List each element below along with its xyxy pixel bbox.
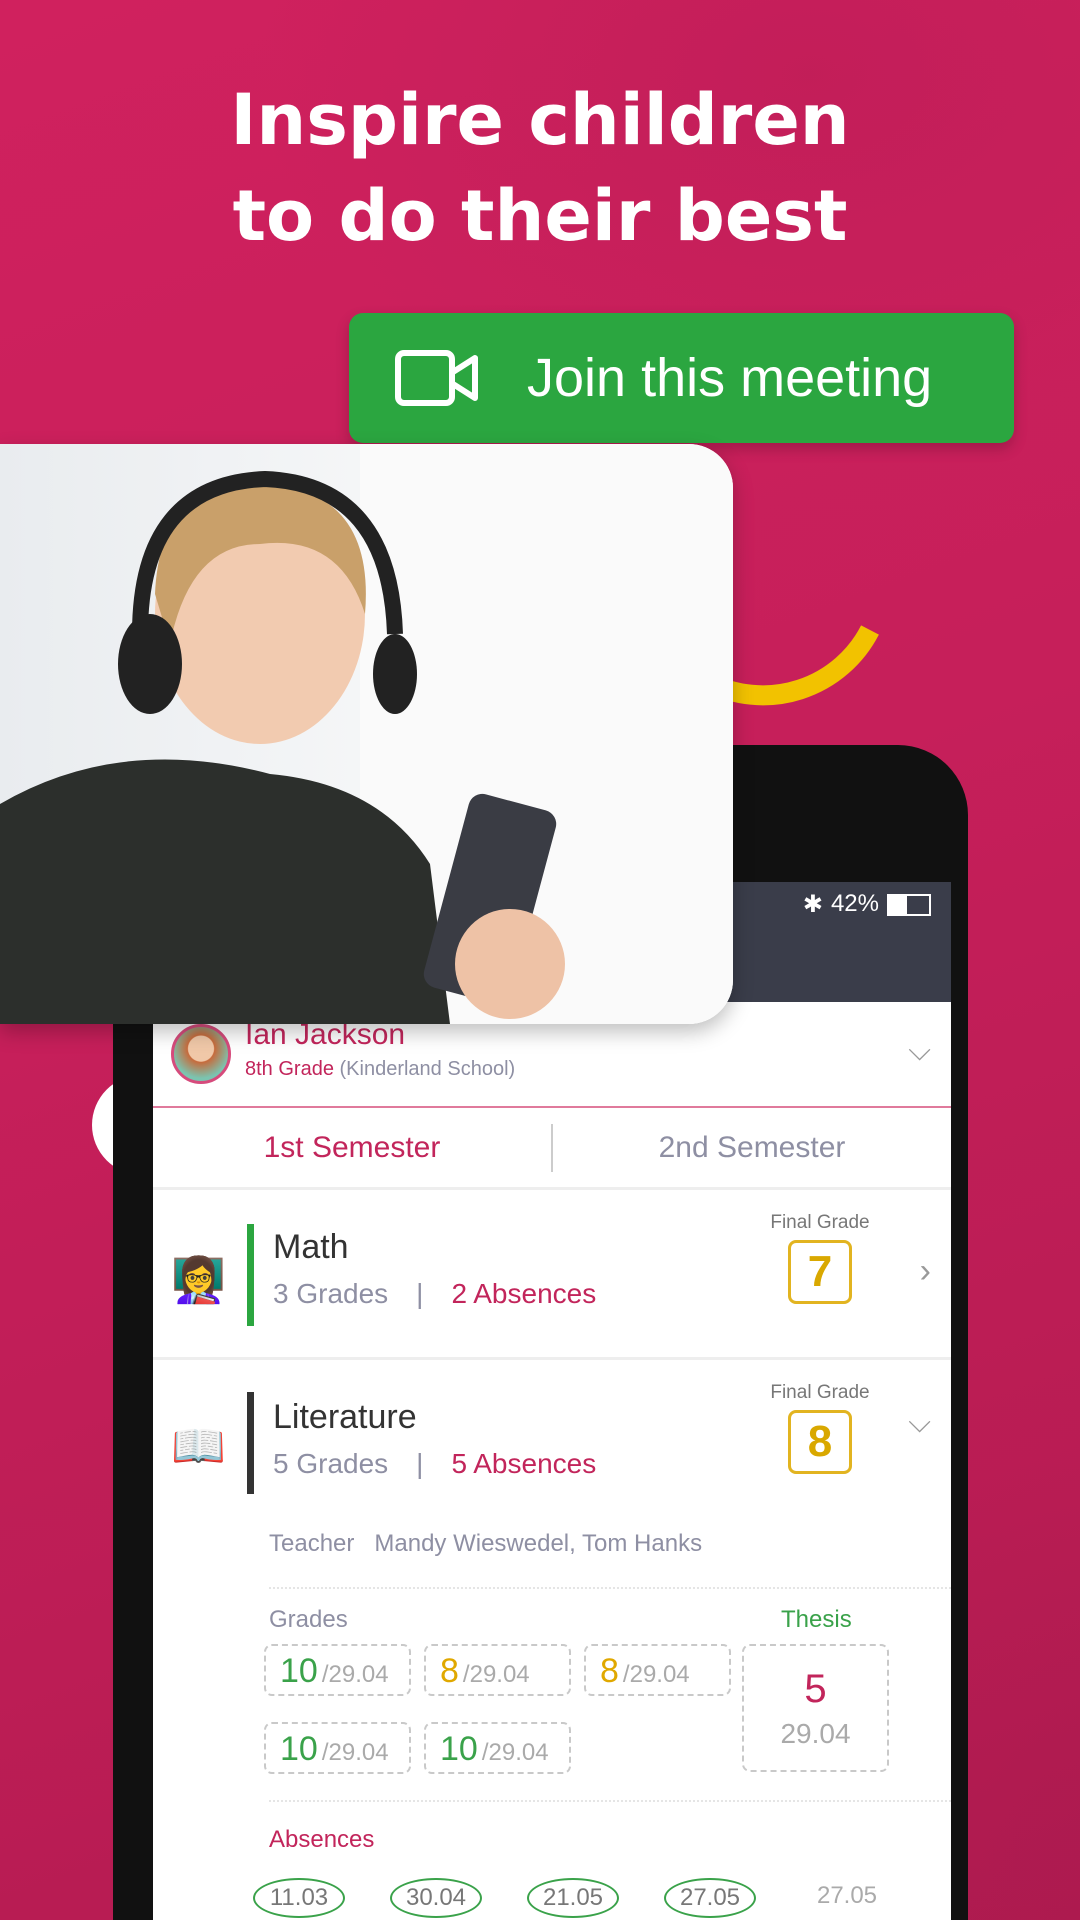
divider: [269, 1800, 951, 1802]
student-grade: 8th Grade: [245, 1058, 334, 1080]
absences-label: Absences: [269, 1826, 375, 1853]
chevron-down-icon: ⌵: [908, 1034, 931, 1067]
final-grade-value: 8: [788, 1410, 852, 1474]
child-photo: [0, 444, 733, 1024]
subject-accent-bar: [247, 1392, 254, 1494]
absence-date: 21.05: [527, 1878, 619, 1918]
profile-selector[interactable]: Ian Jackson 8th Grade (Kinderland School…: [153, 1018, 951, 1108]
phone-screen: ✱ 42% Ian Jackson 8th Grade (Kinderland …: [153, 882, 951, 1920]
teacher-label: Teacher: [269, 1530, 355, 1557]
grade-value: 10: [280, 1730, 318, 1768]
thesis-grade: 5: [804, 1666, 827, 1711]
teacher-names: Mandy Wieswedel, Tom Hanks: [374, 1530, 703, 1557]
grade-count: 3 Grades: [273, 1278, 389, 1309]
grade-date: /29.04: [462, 1661, 530, 1688]
absence-count: 5 Absences: [451, 1448, 597, 1479]
join-meeting-label: Join this meeting: [527, 348, 933, 408]
absence-date: 27.05: [664, 1878, 756, 1918]
grade-chip: 10/29.04: [424, 1722, 571, 1774]
grade-date: /29.04: [481, 1739, 549, 1766]
subject-row-literature[interactable]: 📖 Literature 5 Grades | 5 Absences Final G…: [153, 1360, 951, 1530]
grade-value: 8: [600, 1652, 619, 1690]
grades-label: Grades: [269, 1606, 348, 1633]
battery-percent: 42%: [830, 890, 879, 917]
teacher-icon: 👩‍🏫: [171, 1256, 226, 1305]
absence-count: 2 Absences: [451, 1278, 597, 1309]
grade-value: 8: [440, 1652, 459, 1690]
reading-student-icon: 📖: [171, 1422, 226, 1471]
absence-date: 27.05: [816, 1882, 878, 1909]
student-school: (Kinderland School): [339, 1058, 516, 1080]
chevron-down-icon: ⌵: [908, 1406, 931, 1439]
thesis-box: 5 29.04: [742, 1644, 889, 1772]
final-grade-value: 7: [788, 1240, 852, 1304]
thesis-label: Thesis: [781, 1606, 852, 1633]
final-grade-label: Final Grade: [770, 1212, 870, 1233]
battery-icon: [887, 894, 931, 916]
subject-name: Literature: [273, 1398, 417, 1436]
grade-date: /29.04: [321, 1739, 389, 1766]
semester-tabs: 1st Semester 2nd Semester: [153, 1108, 951, 1190]
grade-chip: 8/29.04: [424, 1644, 571, 1696]
grade-chip: 10/29.04: [264, 1722, 411, 1774]
thesis-date: 29.04: [780, 1717, 851, 1749]
avatar: [171, 1024, 231, 1084]
subject-name: Math: [273, 1228, 349, 1266]
subject-row-math[interactable]: 👩‍🏫 Math 3 Grades | 2 Absences Final Grade…: [153, 1190, 951, 1360]
join-meeting-button[interactable]: Join this meeting: [349, 313, 1014, 443]
grade-chip: 10/29.04: [264, 1644, 411, 1696]
headline-line-2: to do their best: [232, 175, 848, 257]
grade-value: 10: [280, 1652, 318, 1690]
tab-1st-semester[interactable]: 1st Semester: [153, 1131, 551, 1165]
grade-chip: 8/29.04: [584, 1644, 731, 1696]
video-camera-icon: [395, 350, 478, 406]
subject-accent-bar: [247, 1224, 254, 1326]
teacher-line: Teacher Mandy Wieswedel, Tom Hanks: [269, 1530, 702, 1558]
chevron-right-icon: ›: [919, 1252, 931, 1290]
headline-line-1: Inspire children: [230, 79, 850, 161]
grade-value: 10: [440, 1730, 478, 1768]
grade-date: /29.04: [622, 1661, 690, 1688]
tab-2nd-semester[interactable]: 2nd Semester: [553, 1131, 951, 1165]
bluetooth-icon: ✱: [802, 891, 823, 918]
absence-date: 11.03: [253, 1878, 345, 1918]
divider: [269, 1587, 951, 1589]
grade-date: /29.04: [321, 1661, 389, 1688]
final-grade-label: Final Grade: [770, 1382, 870, 1403]
headline: Inspire children to do their best: [0, 72, 1080, 264]
grade-count: 5 Grades: [273, 1448, 389, 1479]
absence-date: 30.04: [390, 1878, 482, 1918]
